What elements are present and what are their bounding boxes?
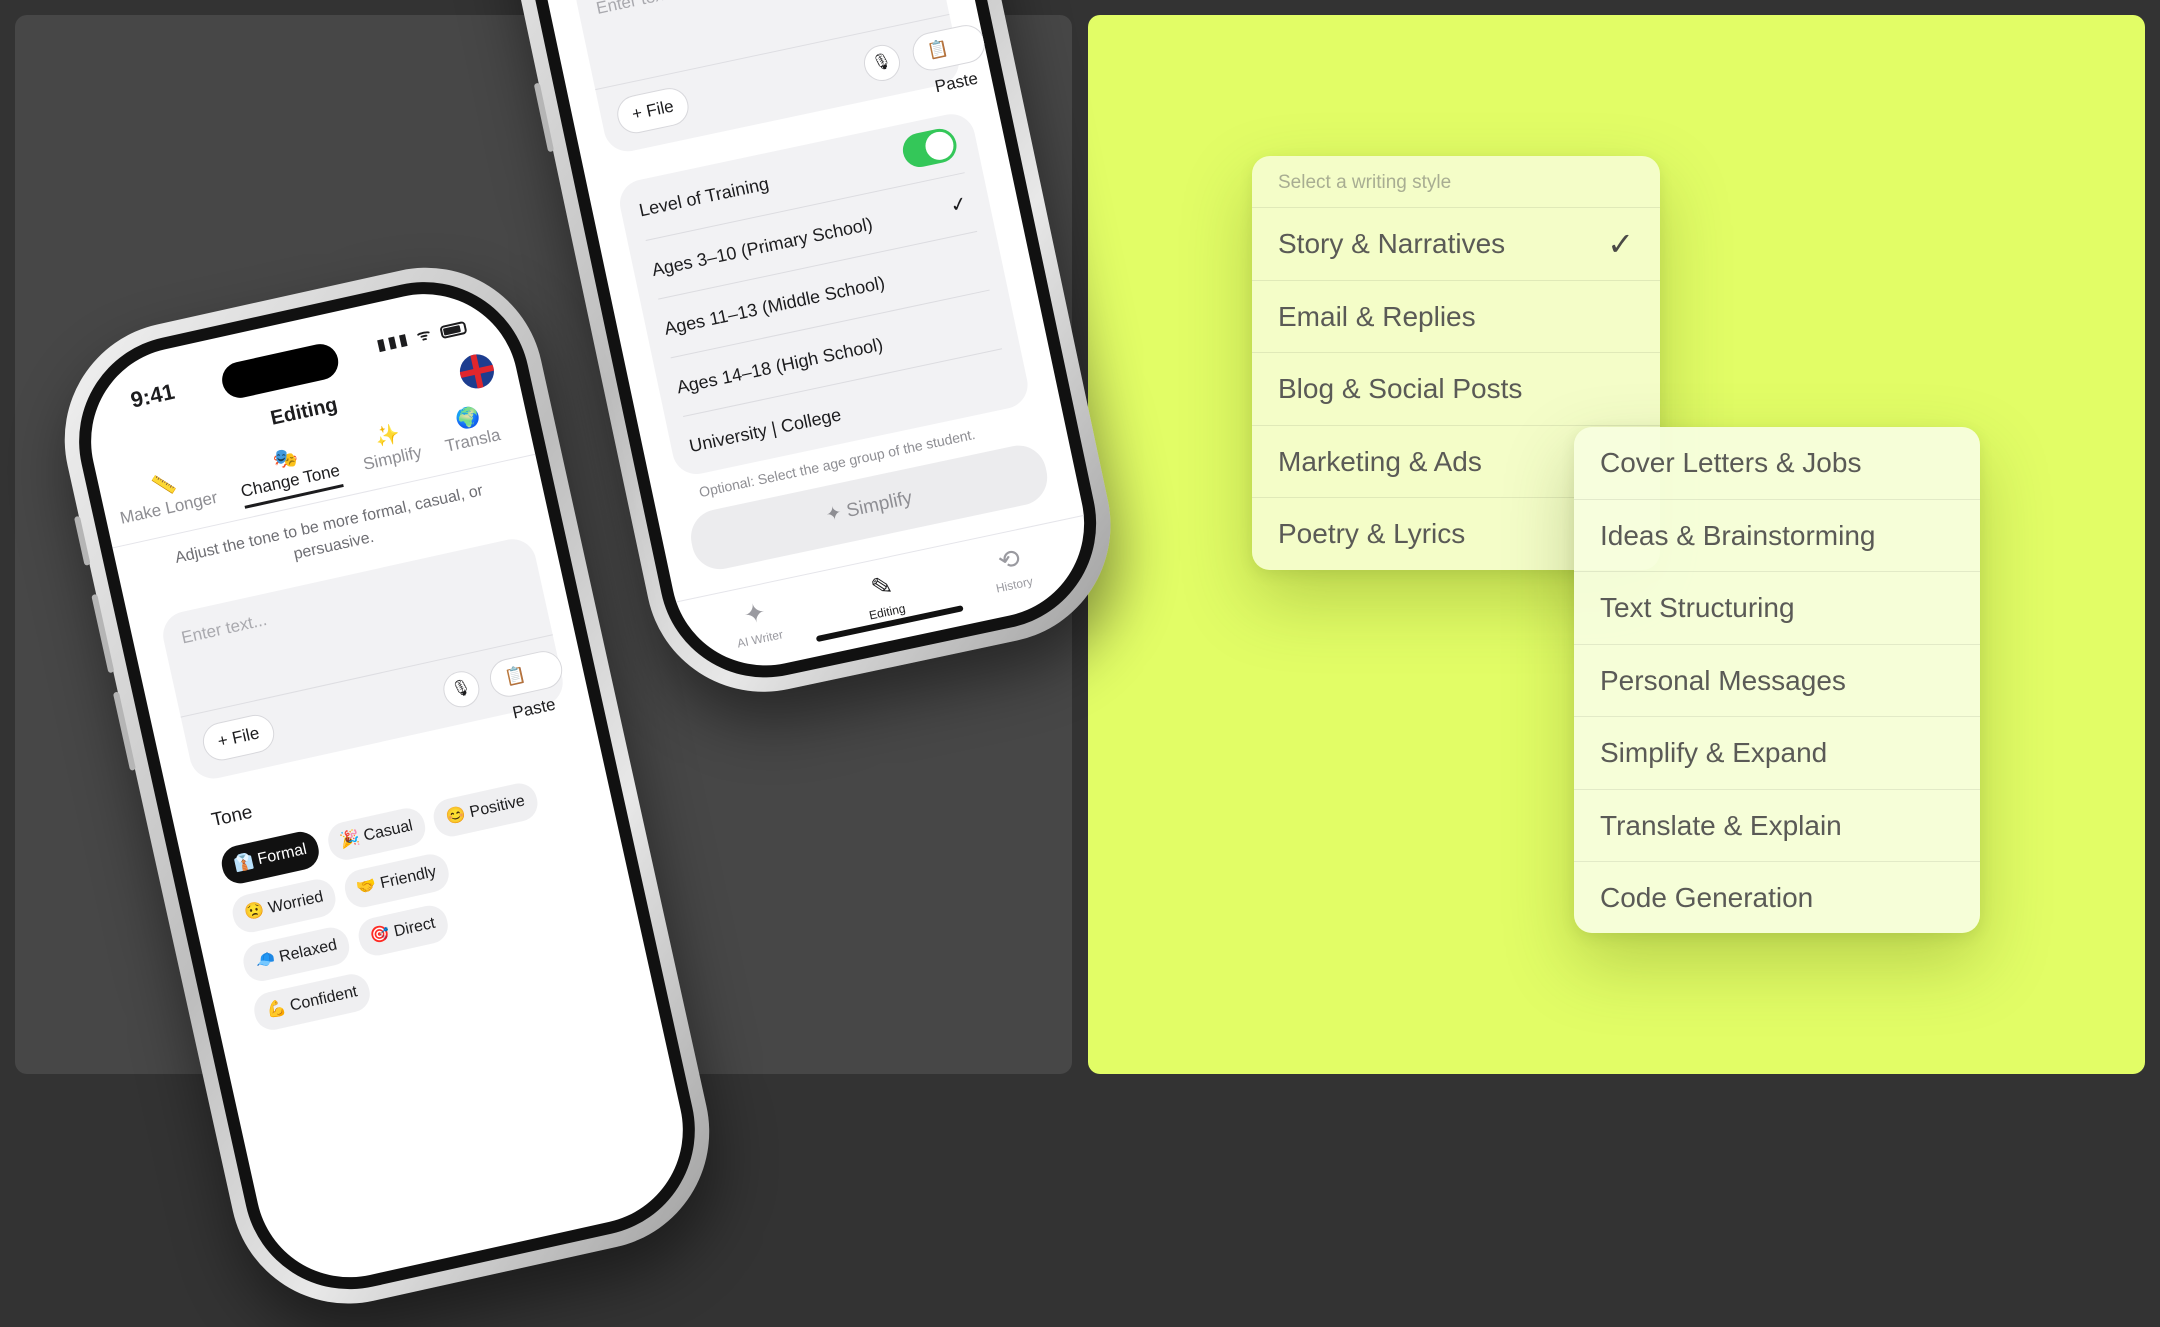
menu-item-label: Code Generation	[1600, 882, 1814, 913]
tab-translate[interactable]: 🌍 Transla	[438, 400, 503, 457]
tab-change-tone[interactable]: 🎭 Change Tone	[233, 435, 344, 509]
menu-item-label: Blog & Social Posts	[1278, 373, 1523, 404]
paste-button[interactable]: 📋 Paste	[909, 21, 989, 96]
status-time: 9:41	[128, 378, 177, 413]
menu-header: Select a writing style	[1252, 156, 1660, 208]
tone-chip-confident[interactable]: 💪 Confident	[250, 970, 374, 1034]
file-button[interactable]: + File	[199, 711, 278, 764]
file-button[interactable]: + File	[613, 84, 693, 137]
tab-ai-writer[interactable]: ✦ AI Writer	[698, 587, 816, 657]
tone-chip-relaxed[interactable]: 🧢 Relaxed	[239, 924, 353, 985]
menu-item-label: Story & Narratives	[1278, 228, 1506, 259]
microphone-icon[interactable]: 🎙	[860, 41, 904, 85]
menu-item-label: Email & Replies	[1278, 300, 1476, 332]
checkmark-icon: ✓	[948, 192, 970, 218]
menu-item-simplify-expand[interactable]: Simplify & Expand	[1574, 717, 1980, 790]
menu-item-label: Simplify & Expand	[1600, 737, 1828, 768]
input-placeholder: Enter text...	[179, 610, 269, 648]
menu-item-label: Ideas & Brainstorming	[1600, 519, 1876, 551]
microphone-icon[interactable]: 🎙	[439, 667, 483, 711]
tone-chips: 👔 Formal 🎉 Casual 😊 Positive 😟 Worried 🤝…	[218, 776, 593, 1045]
menu-item-ideas-brainstorming[interactable]: Ideas & Brainstorming	[1574, 500, 1980, 572]
menu-item-label: Text Structuring	[1600, 592, 1795, 623]
tab-make-longer[interactable]: 📏 Make Longer	[113, 462, 220, 528]
tone-chip-positive[interactable]: 😊 Positive	[430, 780, 541, 840]
level-option-label: University | College	[687, 404, 843, 457]
level-of-training-label: Level of Training	[637, 173, 771, 221]
tone-chip-direct[interactable]: 🎯 Direct	[354, 902, 451, 959]
checkmark-icon: ✓	[1607, 226, 1634, 262]
menu-item-label: Poetry & Lyrics	[1278, 518, 1466, 549]
menu-item-translate-explain[interactable]: Translate & Explain	[1574, 790, 1980, 862]
menu-item-label: Translate & Explain	[1600, 809, 1842, 841]
battery-icon	[439, 320, 468, 339]
tab-simplify[interactable]: ✨ Simplify	[356, 417, 424, 475]
menu-item-code-generation[interactable]: Code Generation	[1574, 862, 1980, 933]
dynamic-island	[218, 340, 342, 402]
menu-item-story-narratives[interactable]: Story & Narratives ✓	[1252, 208, 1660, 281]
level-of-training-card: Level of Training Ages 3–10 (Primary Sch…	[615, 109, 1033, 479]
tab-editing[interactable]: ✎ Editing	[825, 560, 943, 630]
writing-style-submenu: Cover Letters & Jobs Ideas & Brainstormi…	[1574, 427, 1980, 933]
menu-item-blog-social[interactable]: Blog & Social Posts	[1252, 353, 1660, 426]
tone-chip-casual[interactable]: 🎉 Casual	[324, 804, 429, 864]
tone-chip-friendly[interactable]: 🤝 Friendly	[340, 850, 452, 911]
tab-history[interactable]: ⟲ History	[952, 533, 1070, 603]
menu-item-label: Personal Messages	[1600, 664, 1846, 696]
level-of-training-toggle[interactable]	[899, 125, 960, 171]
tone-heading: Tone	[209, 801, 255, 832]
input-placeholder: Enter text...	[594, 0, 683, 19]
status-icons: ▮▮▮ ᯤ	[375, 316, 468, 355]
menu-item-label: Marketing & Ads	[1278, 445, 1482, 477]
paste-button[interactable]: 📋 Paste	[486, 647, 567, 722]
menu-item-text-structuring[interactable]: Text Structuring	[1574, 572, 1980, 645]
menu-item-cover-letters[interactable]: Cover Letters & Jobs	[1574, 427, 1980, 500]
menu-item-personal-messages[interactable]: Personal Messages	[1574, 645, 1980, 717]
menu-item-email-replies[interactable]: Email & Replies	[1252, 281, 1660, 353]
tone-chip-worried[interactable]: 😟 Worried	[229, 875, 340, 936]
tone-chip-formal[interactable]: 👔 Formal	[218, 828, 323, 887]
menu-item-label: Cover Letters & Jobs	[1600, 447, 1862, 478]
signal-wifi-icon: ▮▮▮ ᯤ	[375, 325, 436, 355]
